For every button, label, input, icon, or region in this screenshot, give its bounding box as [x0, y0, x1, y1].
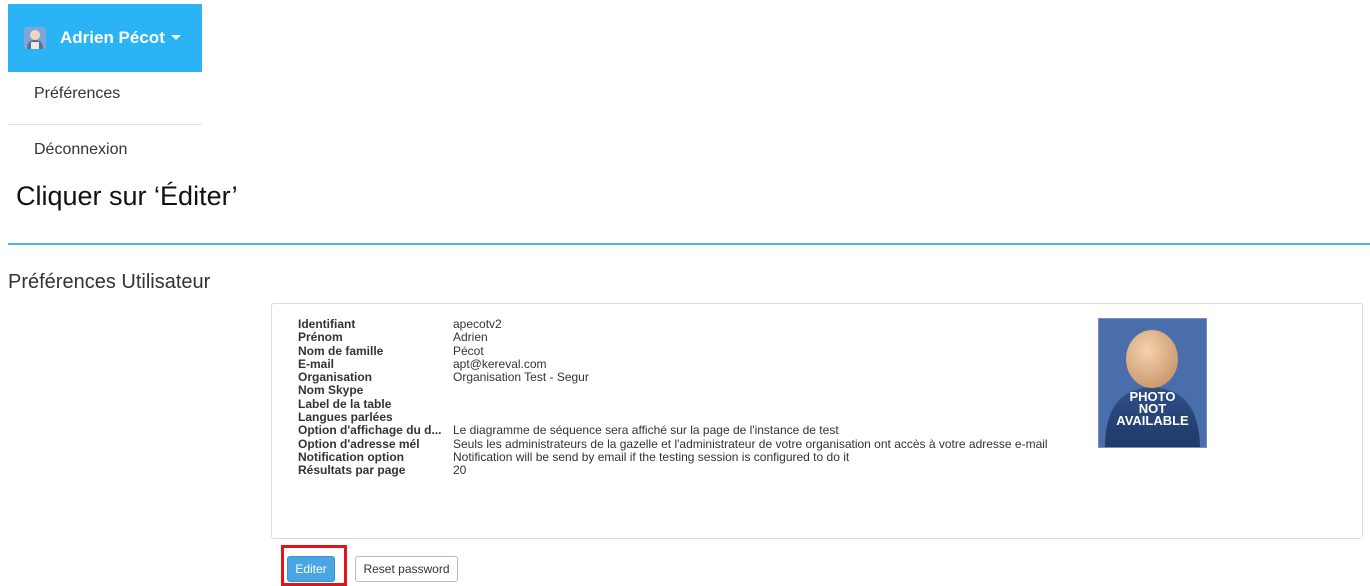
details-list: Identifiant apecotv2 Prénom Adrien Nom de …	[298, 317, 1048, 478]
reset-password-button[interactable]: Reset password	[355, 556, 458, 582]
detail-label: Langues parlées	[298, 411, 393, 425]
detail-label: Nom Skype	[298, 384, 364, 398]
detail-label: Notification option	[298, 450, 404, 464]
detail-label: Prénom	[298, 331, 343, 345]
photo-unavailable-text: PHOTO NOT AVAILABLE	[1099, 390, 1206, 428]
detail-row: Identifiant apecotv2	[298, 317, 1048, 331]
detail-row: Nom de famille Pécot	[298, 343, 1048, 358]
detail-label: Nom de famille	[298, 344, 384, 358]
detail-value: Pécot	[453, 343, 484, 358]
edit-button[interactable]: Editer	[287, 556, 335, 582]
detail-row: Label de la table	[298, 398, 1048, 411]
detail-value: apt@kereval.com	[453, 356, 547, 371]
detail-row: Nom Skype	[298, 384, 1048, 397]
detail-row: Langues parlées	[298, 411, 1048, 424]
menu-divider	[8, 124, 202, 125]
detail-value: Le diagramme de séquence sera affiché su…	[453, 423, 839, 438]
photo-text-line: AVAILABLE	[1116, 413, 1189, 428]
menu-item-logout[interactable]: Déconnexion	[8, 141, 202, 159]
detail-label: Option d'adresse mél	[298, 437, 420, 451]
user-avatar-icon	[24, 27, 46, 49]
detail-row: Notification option Notification will be …	[298, 449, 1048, 464]
detail-label: Label de la table	[298, 397, 392, 411]
user-menu-toggle[interactable]: Adrien Pécot	[8, 4, 202, 72]
detail-row: Prénom Adrien	[298, 330, 1048, 345]
detail-row: Résultats par page 20	[298, 463, 1048, 478]
detail-value: Seuls les administrateurs de la gazelle …	[453, 436, 1048, 451]
user-name: Adrien Pécot	[60, 28, 165, 47]
detail-label: Identifiant	[298, 318, 356, 331]
detail-value: Organisation Test - Segur	[453, 370, 589, 385]
user-details-panel: Identifiant apecotv2 Prénom Adrien Nom de …	[271, 303, 1363, 539]
page-title: Préférences Utilisateur	[8, 271, 211, 293]
detail-label: Résultats par page	[298, 464, 406, 478]
detail-row: E-mail apt@kereval.com	[298, 356, 1048, 371]
caret-down-icon	[170, 34, 181, 40]
detail-label: Option d'affichage du d...	[298, 424, 442, 438]
section-divider	[8, 243, 1370, 245]
detail-row: Option d'affichage du d... Le diagramme d…	[298, 423, 1048, 438]
detail-row: Option d'adresse mél Seuls les administra…	[298, 436, 1048, 451]
detail-value: Adrien	[453, 330, 488, 345]
menu-item-preferences[interactable]: Préférences	[8, 85, 202, 103]
detail-value: 20	[453, 463, 467, 478]
detail-value: apecotv2	[453, 317, 502, 331]
instruction-text: Cliquer sur ‘Éditer’	[16, 181, 238, 211]
profile-photo-placeholder: PHOTO NOT AVAILABLE	[1098, 318, 1207, 448]
detail-row: Organisation Organisation Test - Segur	[298, 370, 1048, 385]
detail-value: Notification will be send by email if th…	[453, 449, 850, 464]
detail-label: Organisation	[298, 371, 373, 385]
page: Adrien Pécot Préférences Déconnexion Cli…	[0, 0, 1370, 586]
detail-label: E-mail	[298, 357, 335, 371]
